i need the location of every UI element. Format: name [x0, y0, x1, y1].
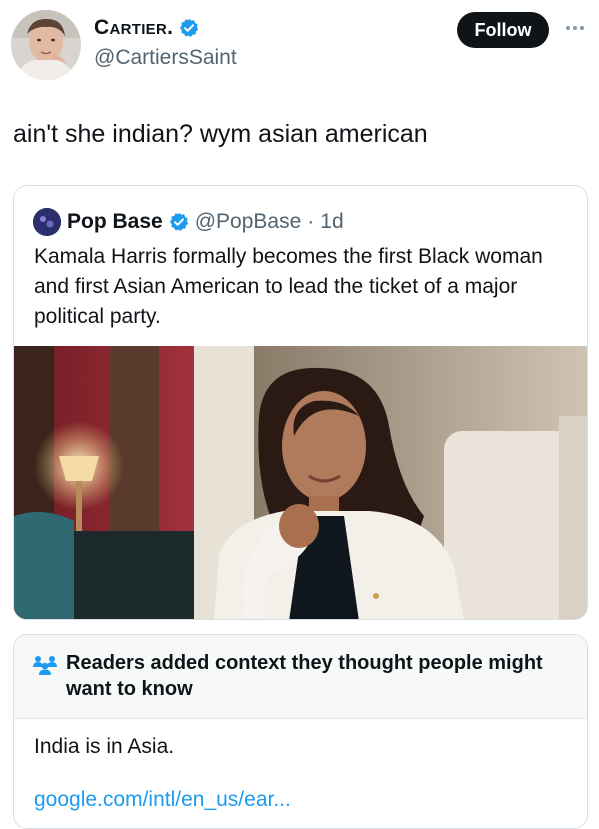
- tweet-header: Cartier. @CartiersSaint Follow: [0, 0, 599, 90]
- quoted-tweet-card[interactable]: Pop Base @PopBase · 1d Kamala Harris for…: [13, 185, 588, 620]
- author-avatar[interactable]: [11, 10, 81, 80]
- community-note-header: Readers added context they thought peopl…: [14, 635, 587, 719]
- quoted-author-handle: @PopBase: [194, 210, 302, 233]
- community-note-title: Readers added context they thought peopl…: [66, 652, 543, 700]
- quoted-separator: ·: [307, 210, 315, 233]
- people-icon: [32, 653, 60, 677]
- quoted-author-avatar: [33, 208, 61, 236]
- more-options-icon[interactable]: [560, 20, 590, 36]
- quoted-tweet-text: Kamala Harris formally becomes the first…: [34, 245, 543, 328]
- author-handle[interactable]: @CartiersSaint: [94, 46, 237, 70]
- tweet-text: ain't she indian? wym asian american: [13, 120, 428, 148]
- verified-badge-icon: [179, 18, 199, 38]
- community-note-card: Readers added context they thought peopl…: [13, 634, 588, 829]
- community-note-link[interactable]: google.com/intl/en_us/ear...: [34, 788, 291, 812]
- quoted-verified-badge-icon: [169, 212, 189, 232]
- author-name-text: Cartier.: [94, 16, 174, 39]
- quoted-tweet-image[interactable]: [14, 346, 587, 619]
- community-note-body: India is in Asia.: [34, 735, 175, 758]
- quoted-tweet-header: Pop Base @PopBase · 1d: [33, 208, 344, 236]
- quoted-timestamp: 1d: [320, 210, 344, 233]
- author-display-name[interactable]: Cartier.: [94, 16, 199, 40]
- quoted-author-name: Pop Base: [67, 210, 163, 233]
- follow-button[interactable]: Follow: [457, 12, 549, 48]
